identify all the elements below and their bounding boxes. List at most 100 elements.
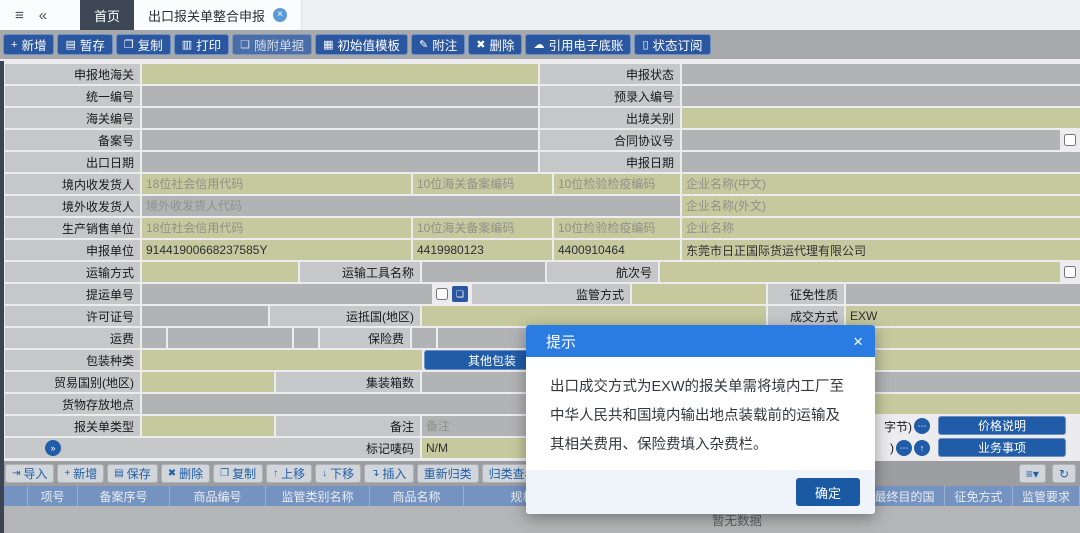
transaction-mode-input[interactable]: [846, 306, 1080, 326]
declaration-type-input[interactable]: [142, 416, 274, 436]
item-save-button[interactable]: ▤保存: [107, 464, 157, 483]
hidden-field-input[interactable]: [846, 394, 1080, 414]
price-description-button[interactable]: 价格说明: [938, 416, 1066, 435]
domestic-consignor-customs-code-input[interactable]: [413, 174, 552, 194]
bill-number-input[interactable]: [142, 284, 432, 304]
transport-tool-name-input[interactable]: [422, 262, 545, 282]
freight-mark-input[interactable]: [142, 328, 166, 348]
tab-close-icon[interactable]: ×: [273, 8, 287, 22]
declare-status-input[interactable]: [682, 64, 1080, 84]
col-record-seq[interactable]: 备案序号: [78, 486, 170, 506]
select-column-header[interactable]: [0, 486, 28, 506]
production-unit-name-input[interactable]: [682, 218, 1080, 238]
marks-more-icon[interactable]: ⋯: [896, 440, 912, 456]
initial-template-button[interactable]: ▦初始值模板: [315, 34, 408, 55]
transport-mode-input[interactable]: [142, 262, 298, 282]
insurance-mark-input[interactable]: [412, 328, 436, 348]
expand-more-icon[interactable]: »: [45, 440, 61, 456]
dialog-close-icon[interactable]: ×: [853, 333, 863, 350]
tab-home[interactable]: 首页: [80, 0, 134, 30]
package-count-input[interactable]: [846, 328, 1080, 348]
production-unit-ciq-code-input[interactable]: [554, 218, 680, 238]
col-commodity-code[interactable]: 商品编号: [170, 486, 266, 506]
copy-button[interactable]: ❐复制: [116, 34, 171, 55]
domestic-consignor-name-input[interactable]: [682, 174, 1080, 194]
record-number-input[interactable]: [142, 130, 538, 150]
move-down-button[interactable]: ↓下移: [315, 464, 361, 483]
net-weight-input[interactable]: [846, 372, 1080, 392]
contract-number-checkbox[interactable]: [1064, 134, 1076, 146]
status-subscribe-button[interactable]: ▯状态订阅: [634, 34, 710, 55]
customs-number-input[interactable]: [142, 108, 538, 128]
overseas-consignee-name-input[interactable]: [682, 196, 1080, 216]
supervision-mode-input[interactable]: [632, 284, 766, 304]
move-up-button[interactable]: ↑上移: [266, 464, 312, 483]
pre-entry-number-label: 预录入编号: [540, 86, 680, 106]
marks-up-icon[interactable]: ↑: [914, 440, 930, 456]
unified-number-input[interactable]: [142, 86, 538, 106]
refresh-button[interactable]: ↻: [1052, 464, 1076, 483]
declare-unit-ciq-code-input[interactable]: [554, 240, 680, 260]
form-row: 境内收发货人: [5, 174, 1080, 194]
declare-status-label: 申报状态: [540, 64, 680, 84]
production-unit-credit-code-input[interactable]: [142, 218, 411, 238]
collapse-tabs-icon[interactable]: «: [39, 7, 47, 24]
voyage-number-input[interactable]: [660, 262, 1060, 282]
print-button[interactable]: ▥打印: [174, 34, 229, 55]
declare-date-input[interactable]: [682, 152, 1080, 172]
left-collapsed-panel[interactable]: [0, 61, 4, 533]
remarks-more-icon[interactable]: ⋯: [914, 418, 930, 434]
top-tab-bar: ≡ « 首页 出口报关单整合申报 ×: [0, 0, 1080, 30]
cite-eledger-button[interactable]: ☁引用电子底账: [525, 34, 631, 55]
gross-weight-input[interactable]: [846, 350, 1080, 370]
add-button[interactable]: +新增: [3, 34, 54, 55]
insert-button[interactable]: ↴插入: [364, 464, 413, 483]
production-unit-customs-code-input[interactable]: [413, 218, 552, 238]
declare-unit-credit-code-input[interactable]: [142, 240, 411, 260]
contract-number-input[interactable]: [682, 130, 1060, 150]
col-exemption-mode[interactable]: 征免方式: [945, 486, 1013, 506]
bill-number-checkbox[interactable]: [436, 288, 448, 300]
voyage-number-checkbox[interactable]: [1064, 266, 1076, 278]
reclassify-button[interactable]: 重新归类: [417, 464, 479, 483]
column-settings-button[interactable]: ≡▾: [1019, 464, 1046, 483]
tip-dialog-title: 提示: [546, 331, 853, 352]
freight-currency-input[interactable]: [294, 328, 318, 348]
col-item-no[interactable]: 项号: [28, 486, 78, 506]
confirm-button[interactable]: 确定: [796, 478, 860, 506]
license-number-input[interactable]: [142, 306, 268, 326]
hamburger-icon[interactable]: ≡: [15, 7, 24, 24]
item-copy-button[interactable]: ❐复制: [213, 464, 263, 483]
package-type-input[interactable]: [142, 350, 422, 370]
temp-save-button[interactable]: ▤暂存: [57, 34, 112, 55]
overseas-consignee-code-input[interactable]: [142, 196, 680, 216]
note-button[interactable]: ✎附注: [411, 34, 465, 55]
declare-unit-customs-code-input[interactable]: [413, 240, 552, 260]
business-matters-button[interactable]: 业务事项: [938, 438, 1066, 457]
declare-unit-name-input[interactable]: [682, 240, 1080, 260]
exit-customs-input[interactable]: [682, 108, 1080, 128]
col-supervision-category[interactable]: 监管类别名称: [266, 486, 370, 506]
col-final-destination[interactable]: 最终目的国: [865, 486, 945, 506]
tab-export-declaration[interactable]: 出口报关单整合申报 ×: [134, 0, 302, 30]
domestic-consignor-ciq-code-input[interactable]: [554, 174, 680, 194]
trade-country-input[interactable]: [142, 372, 274, 392]
export-date-input[interactable]: [142, 152, 538, 172]
domestic-consignor-credit-code-input[interactable]: [142, 174, 411, 194]
exemption-nature-input[interactable]: [846, 284, 1080, 304]
declaration-type-label: 报关单类型: [5, 416, 140, 436]
item-delete-button[interactable]: ✖删除: [161, 464, 210, 483]
bill-document-icon[interactable]: ❏: [452, 286, 468, 302]
form-row: 备案号 合同协议号: [5, 130, 1080, 150]
freight-amount-input[interactable]: [168, 328, 292, 348]
col-supervision-require[interactable]: 监管要求: [1013, 486, 1080, 506]
item-add-button[interactable]: +新增: [57, 464, 104, 483]
arrival-country-input[interactable]: [422, 306, 766, 326]
import-button[interactable]: ⇥导入: [5, 464, 54, 483]
attached-documents-button[interactable]: ❏随附单据: [232, 34, 312, 55]
col-commodity-name[interactable]: 商品名称: [370, 486, 464, 506]
delete-button[interactable]: ✖删除: [468, 34, 522, 55]
declare-customs-input[interactable]: [142, 64, 538, 84]
pre-entry-number-input[interactable]: [682, 86, 1080, 106]
template-icon: ▦: [323, 38, 333, 51]
